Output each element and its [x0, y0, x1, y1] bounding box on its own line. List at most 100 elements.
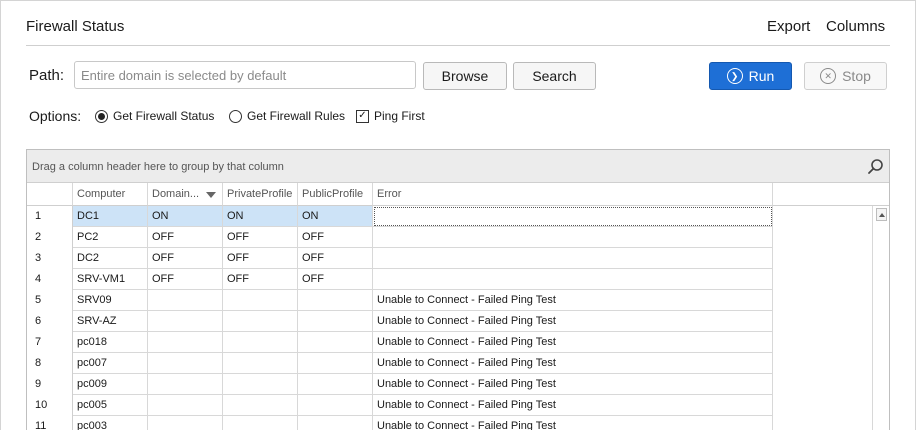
cell-domain[interactable]: [148, 374, 223, 395]
cell-public-profile[interactable]: [298, 332, 373, 353]
group-by-hint: Drag a column header here to group by th…: [32, 161, 284, 173]
cell-computer[interactable]: DC2: [73, 248, 148, 269]
cell-domain[interactable]: [148, 395, 223, 416]
cell-error[interactable]: Unable to Connect - Failed Ping Test: [373, 353, 773, 374]
options-label: Options:: [29, 108, 82, 124]
cell-computer[interactable]: pc005: [73, 395, 148, 416]
cell-private-profile[interactable]: OFF: [223, 269, 298, 290]
cell-private-profile[interactable]: [223, 395, 298, 416]
table-row[interactable]: 9 pc009 Unable to Connect - Failed Ping Te…: [27, 374, 873, 395]
table-row[interactable]: 7 pc018 Unable to Connect - Failed Ping Te…: [27, 332, 873, 353]
cell-computer[interactable]: pc003: [73, 416, 148, 430]
results-grid: Drag a column header here to group by th…: [26, 149, 890, 430]
cell-private-profile[interactable]: OFF: [223, 248, 298, 269]
cell-domain[interactable]: OFF: [148, 269, 223, 290]
column-header-computer[interactable]: Computer: [73, 183, 148, 206]
stop-button-label: Stop: [842, 68, 871, 84]
row-number-header: [27, 183, 73, 206]
stop-button[interactable]: ✕ Stop: [804, 62, 887, 90]
run-button[interactable]: ❯ Run: [709, 62, 792, 90]
cell-private-profile[interactable]: ON: [223, 206, 298, 227]
cell-computer[interactable]: SRV-AZ: [73, 311, 148, 332]
cell-error[interactable]: Unable to Connect - Failed Ping Test: [373, 395, 773, 416]
table-row[interactable]: 2 PC2 OFF OFF OFF: [27, 227, 873, 248]
cell-domain[interactable]: [148, 332, 223, 353]
browse-button[interactable]: Browse: [423, 62, 507, 90]
path-input[interactable]: [74, 61, 416, 89]
cell-computer[interactable]: pc018: [73, 332, 148, 353]
cell-private-profile[interactable]: [223, 353, 298, 374]
column-header-error[interactable]: Error: [373, 183, 773, 206]
cell-public-profile[interactable]: [298, 374, 373, 395]
row-number: 4: [27, 269, 73, 290]
cell-error[interactable]: [373, 206, 773, 227]
cell-private-profile[interactable]: [223, 332, 298, 353]
row-number: 2: [27, 227, 73, 248]
circle-x-icon: ✕: [820, 68, 837, 84]
cell-computer[interactable]: pc007: [73, 353, 148, 374]
cell-public-profile[interactable]: [298, 353, 373, 374]
cell-domain[interactable]: ON: [148, 206, 223, 227]
cell-private-profile[interactable]: OFF: [223, 227, 298, 248]
table-row[interactable]: 1 DC1 ON ON ON: [27, 206, 873, 227]
cell-domain[interactable]: [148, 416, 223, 430]
table-row[interactable]: 4 SRV-VM1 OFF OFF OFF: [27, 269, 873, 290]
cell-domain[interactable]: [148, 353, 223, 374]
cell-computer[interactable]: pc009: [73, 374, 148, 395]
cell-domain[interactable]: [148, 290, 223, 311]
cell-domain[interactable]: OFF: [148, 248, 223, 269]
cell-error[interactable]: Unable to Connect - Failed Ping Test: [373, 332, 773, 353]
row-number: 1: [27, 206, 73, 227]
table-row[interactable]: 11 pc003 Unable to Connect - Failed Ping T…: [27, 416, 873, 430]
column-header-domain[interactable]: Domain...: [148, 183, 223, 206]
search-button[interactable]: Search: [513, 62, 596, 90]
cell-computer[interactable]: SRV09: [73, 290, 148, 311]
cell-error[interactable]: Unable to Connect - Failed Ping Test: [373, 311, 773, 332]
cell-public-profile[interactable]: [298, 290, 373, 311]
cell-error[interactable]: Unable to Connect - Failed Ping Test: [373, 416, 773, 430]
row-number: 11: [27, 416, 73, 430]
cell-error[interactable]: [373, 227, 773, 248]
cell-error[interactable]: [373, 248, 773, 269]
cell-private-profile[interactable]: [223, 311, 298, 332]
get-firewall-rules-radio[interactable]: Get Firewall Rules: [229, 109, 345, 123]
cell-error[interactable]: [373, 269, 773, 290]
get-firewall-rules-label: Get Firewall Rules: [247, 109, 346, 123]
cell-private-profile[interactable]: [223, 416, 298, 430]
cell-public-profile[interactable]: OFF: [298, 269, 373, 290]
cell-error[interactable]: Unable to Connect - Failed Ping Test: [373, 290, 773, 311]
table-row[interactable]: 10 pc005 Unable to Connect - Failed Ping T…: [27, 395, 873, 416]
table-row[interactable]: 3 DC2 OFF OFF OFF: [27, 248, 873, 269]
column-header-private-profile[interactable]: PrivateProfile: [223, 183, 298, 206]
cell-public-profile[interactable]: OFF: [298, 248, 373, 269]
cell-computer[interactable]: PC2: [73, 227, 148, 248]
row-number: 8: [27, 353, 73, 374]
radio-unchecked-icon: [229, 109, 242, 123]
table-row[interactable]: 5 SRV09 Unable to Connect - Failed Ping Te…: [27, 290, 873, 311]
export-link[interactable]: Export: [767, 18, 810, 35]
cell-computer[interactable]: DC1: [73, 206, 148, 227]
get-firewall-status-radio[interactable]: Get Firewall Status: [95, 109, 214, 123]
cell-public-profile[interactable]: OFF: [298, 227, 373, 248]
column-header-public-profile[interactable]: PublicProfile: [298, 183, 373, 206]
cell-private-profile[interactable]: [223, 290, 298, 311]
cell-computer[interactable]: SRV-VM1: [73, 269, 148, 290]
cell-domain[interactable]: [148, 311, 223, 332]
vertical-scrollbar[interactable]: [872, 206, 889, 430]
ping-first-checkbox[interactable]: ✓ Ping First: [356, 109, 425, 123]
grid-rows: 1 DC1 ON ON ON 2 PC2 OFF OFF OFF 3 DC2 OFF OFF OFF 4 SRV…: [27, 206, 873, 430]
table-row[interactable]: 6 SRV-AZ Unable to Connect - Failed Ping T…: [27, 311, 873, 332]
magnifier-icon[interactable]: [867, 158, 885, 176]
table-row[interactable]: 8 pc007 Unable to Connect - Failed Ping Te…: [27, 353, 873, 374]
cell-public-profile[interactable]: [298, 395, 373, 416]
cell-public-profile[interactable]: ON: [298, 206, 373, 227]
cell-public-profile[interactable]: [298, 311, 373, 332]
cell-public-profile[interactable]: [298, 416, 373, 430]
cell-error[interactable]: Unable to Connect - Failed Ping Test: [373, 374, 773, 395]
row-number: 6: [27, 311, 73, 332]
columns-link[interactable]: Columns: [826, 18, 885, 35]
cell-private-profile[interactable]: [223, 374, 298, 395]
group-by-panel[interactable]: Drag a column header here to group by th…: [27, 150, 889, 183]
cell-domain[interactable]: OFF: [148, 227, 223, 248]
scroll-up-arrow-icon[interactable]: [876, 208, 887, 221]
